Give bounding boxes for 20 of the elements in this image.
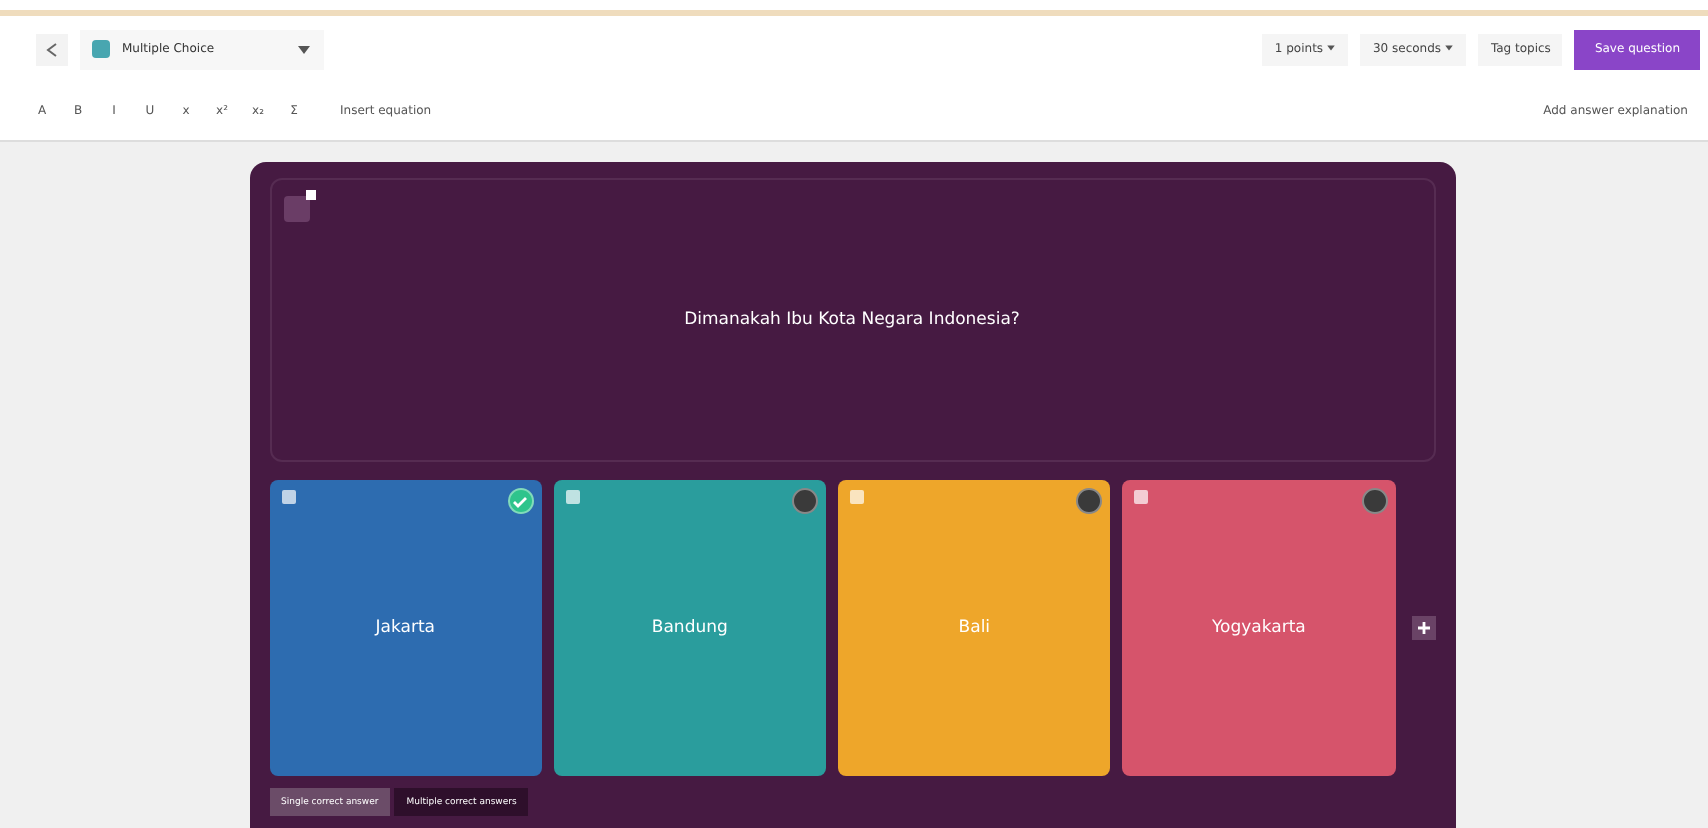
correct-toggle[interactable] bbox=[1361, 488, 1388, 514]
answer-text: Bali bbox=[958, 618, 991, 638]
question-text: Dimanakah Ibu Kota Negara Indonesia? bbox=[684, 310, 1020, 330]
answer-text: Yogyakarta bbox=[1211, 618, 1306, 638]
question-box[interactable]: Dimanakah Ibu Kota Negara Indonesia? bbox=[269, 178, 1435, 462]
correct-toggle[interactable] bbox=[792, 488, 819, 514]
plus-icon bbox=[1415, 620, 1432, 636]
back-button[interactable] bbox=[36, 33, 68, 65]
caret-icon bbox=[1326, 44, 1337, 52]
correct-toggle[interactable] bbox=[507, 488, 534, 514]
check-icon bbox=[512, 493, 529, 509]
caret-icon bbox=[1444, 44, 1455, 52]
add-option-button[interactable] bbox=[1411, 616, 1435, 640]
caret-icon bbox=[296, 43, 312, 55]
image-icon bbox=[283, 190, 315, 222]
answer-option[interactable]: Yogyakarta bbox=[1122, 480, 1396, 776]
correct-toggle[interactable] bbox=[1076, 488, 1103, 514]
answer-text: Bandung bbox=[651, 618, 728, 638]
answer-option[interactable]: Jakarta bbox=[269, 480, 542, 776]
answer-text: Jakarta bbox=[375, 618, 435, 638]
